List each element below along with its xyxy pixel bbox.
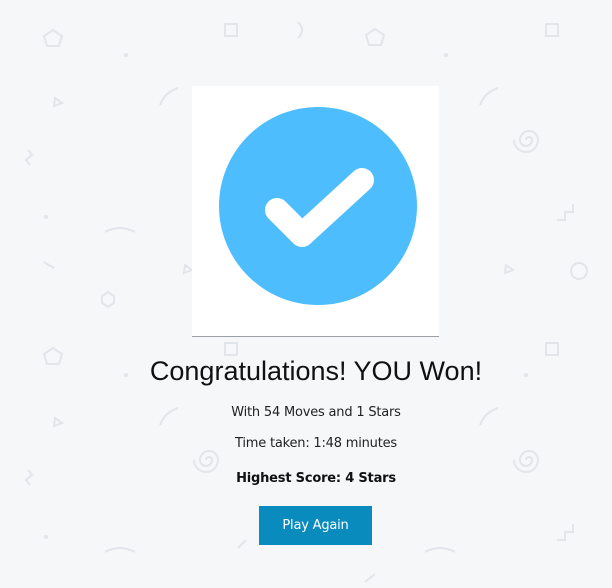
highest-score: Highest Score: 4 Stars (236, 471, 396, 486)
time-taken: Time taken: 1:48 minutes (235, 436, 397, 451)
success-image (192, 86, 439, 337)
congratulations-title: Congratulations! YOU Won! (149, 356, 483, 386)
win-modal: Congratulations! YOU Won! With 54 Moves … (0, 0, 612, 588)
moves-summary: With 54 Moves and 1 Stars (231, 405, 401, 420)
checkmark-circle-icon (219, 107, 417, 305)
play-again-button[interactable]: Play Again (259, 506, 372, 545)
